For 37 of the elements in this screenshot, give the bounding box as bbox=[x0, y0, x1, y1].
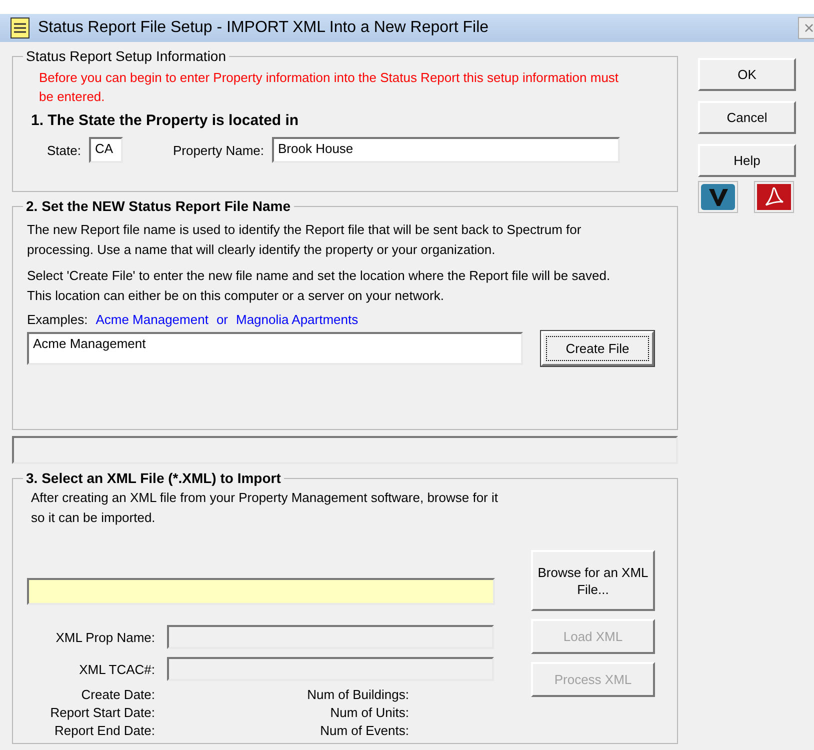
info-label: Report End Date: bbox=[54, 723, 155, 738]
create-file-button[interactable]: Create File bbox=[541, 331, 654, 366]
group-legend: Status Report Setup Information bbox=[23, 48, 229, 64]
field-label: XML TCAC#: bbox=[78, 662, 155, 676]
v-logo-icon bbox=[701, 184, 735, 210]
notepad-icon bbox=[10, 17, 30, 39]
state-field[interactable]: CA bbox=[88, 137, 123, 163]
warning-text: Before you can begin to enter Property information into the Status Report this setup information must be entered. bbox=[39, 69, 620, 106]
dialog-button[interactable]: Cancel bbox=[698, 101, 796, 134]
field-label: XML Prop Name: bbox=[54, 630, 155, 644]
pdf-button[interactable] bbox=[754, 181, 794, 213]
field-label: State: bbox=[47, 142, 81, 158]
xml-file-field[interactable] bbox=[27, 578, 495, 605]
info-label: Num of Buildings: bbox=[306, 687, 410, 702]
section-heading: 2. Set the NEW Status Report File Name bbox=[25, 198, 292, 214]
examples-label: Examples: bbox=[27, 312, 88, 327]
example-text: Acme Management bbox=[96, 312, 208, 327]
xml-action-button[interactable]: Browse for an XML File... bbox=[531, 550, 655, 611]
description-text: After creating an XML file from your Property Management software, browse for it so it can be imported. bbox=[31, 489, 499, 527]
section-heading: 3. Select an XML File (*.XML) to Import bbox=[25, 470, 282, 486]
description-text: The new Report file name is used to identify the Report file that will be sent back to Spectrum for processing. Use a name that will clearly identify the property or your organization. bbox=[27, 221, 582, 259]
dialog-button[interactable]: Help bbox=[698, 144, 796, 177]
dialog-button[interactable]: OK bbox=[698, 58, 796, 91]
property-name-field[interactable]: Brook House bbox=[272, 137, 620, 163]
info-label: Report Start Date: bbox=[49, 705, 155, 720]
example-text: Magnolia Apartments bbox=[236, 312, 358, 327]
window-title: Status Report File Setup - IMPORT XML Into a New Report File bbox=[38, 19, 490, 37]
section-heading: 1. The State the Property is located in bbox=[31, 112, 300, 129]
file-name-field[interactable]: Acme Management bbox=[27, 332, 523, 365]
info-label: Num of Events: bbox=[319, 723, 410, 738]
info-label: Create Date: bbox=[80, 687, 155, 702]
v-logo-button[interactable] bbox=[698, 181, 738, 213]
example-text: or bbox=[216, 312, 228, 327]
info-label: Num of Units: bbox=[329, 705, 410, 720]
description-text: Select 'Create File' to enter the new file name and set the location where the Report file will be saved. This location can either be on this computer or a server on your network. bbox=[27, 267, 612, 305]
pdf-icon bbox=[757, 184, 791, 210]
field-label: Property Name: bbox=[172, 142, 264, 158]
